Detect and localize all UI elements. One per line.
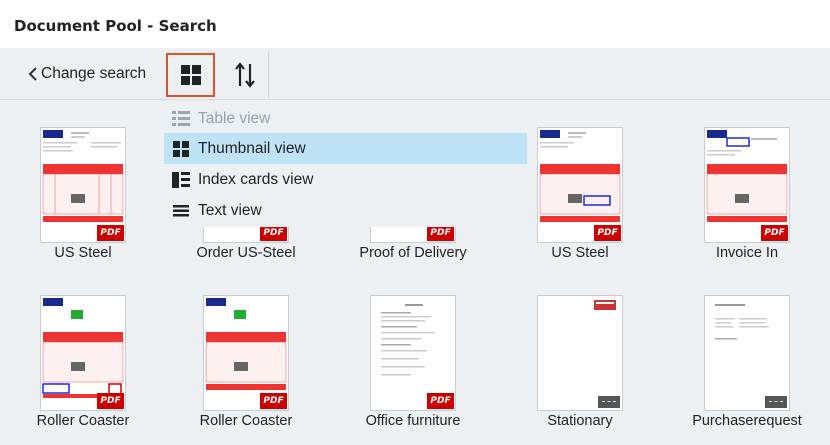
toolbar: Change search: [0, 48, 830, 100]
menu-item-table-view[interactable]: Table view: [164, 103, 527, 134]
menu-item-index-cards-view[interactable]: Index cards view: [164, 164, 527, 195]
menu-item-text-view[interactable]: Text view: [164, 195, 527, 226]
sort-arrows-icon: [235, 62, 255, 88]
document-tile[interactable]: PDF Office furniture: [330, 269, 496, 429]
document-label: US Steel: [551, 245, 609, 261]
document-tile[interactable]: PDF Roller Coaster: [0, 269, 166, 429]
document-thumbnail: PDF: [40, 295, 126, 411]
document-type-badge: [765, 396, 787, 408]
document-label: Purchaserequest: [692, 413, 802, 429]
document-tile[interactable]: PDF US Steel: [0, 101, 166, 261]
pdf-badge: PDF: [260, 393, 287, 409]
document-thumbnail: PDF: [370, 295, 456, 411]
document-label: Order US-Steel: [196, 245, 296, 261]
document-thumbnail: PDF: [203, 295, 289, 411]
sort-button[interactable]: [222, 52, 269, 98]
pdf-badge: PDF: [260, 225, 287, 241]
document-label: Roller Coaster: [199, 413, 293, 429]
document-thumbnail: PDF: [40, 127, 126, 243]
chevron-left-icon: [28, 63, 41, 85]
thumbnail-grid-icon: [180, 65, 201, 85]
document-tile[interactable]: PDF Roller Coaster: [163, 269, 329, 429]
document-label: Invoice In: [715, 245, 779, 261]
menu-item-label: Index cards view: [198, 170, 314, 188]
pdf-badge: PDF: [761, 225, 788, 241]
table-view-icon: [164, 110, 198, 127]
document-label: Roller Coaster: [36, 413, 130, 429]
document-type-badge: [598, 396, 620, 408]
document-label: Stationary: [547, 413, 613, 429]
pdf-badge: PDF: [594, 225, 621, 241]
view-mode-button[interactable]: [166, 53, 215, 97]
menu-item-label: Thumbnail view: [198, 139, 306, 157]
index-cards-icon: [164, 171, 198, 188]
menu-item-label: Text view: [198, 201, 262, 219]
change-search-label: Change search: [41, 65, 147, 82]
document-thumbnail: PDF: [704, 127, 790, 243]
pdf-badge: PDF: [427, 225, 454, 241]
view-mode-menu: Table view Thumbnail view Index cards vi…: [164, 101, 527, 227]
menu-item-label: Table view: [198, 109, 271, 127]
document-tile[interactable]: Stationary: [497, 269, 663, 429]
document-tile[interactable]: Purchaserequest: [664, 269, 830, 429]
document-label: US Steel: [54, 245, 112, 261]
document-tile[interactable]: PDF Invoice In: [664, 101, 830, 261]
document-thumbnail: PDF: [537, 127, 623, 243]
menu-item-thumbnail-view[interactable]: Thumbnail view: [164, 133, 527, 164]
document-label: Office furniture: [365, 413, 461, 429]
pdf-badge: PDF: [97, 393, 124, 409]
change-search-button[interactable]: Change search: [28, 63, 146, 85]
thumbnail-view-icon: [164, 140, 198, 157]
window-title: Document Pool - Search: [14, 17, 217, 35]
pdf-badge: PDF: [97, 225, 124, 241]
pdf-badge: PDF: [427, 393, 454, 409]
document-thumbnail: [704, 295, 790, 411]
document-label: Proof of Delivery: [359, 245, 467, 261]
document-thumbnail: [537, 295, 623, 411]
text-view-icon: [164, 204, 198, 218]
title-bar: Document Pool - Search: [0, 0, 830, 48]
